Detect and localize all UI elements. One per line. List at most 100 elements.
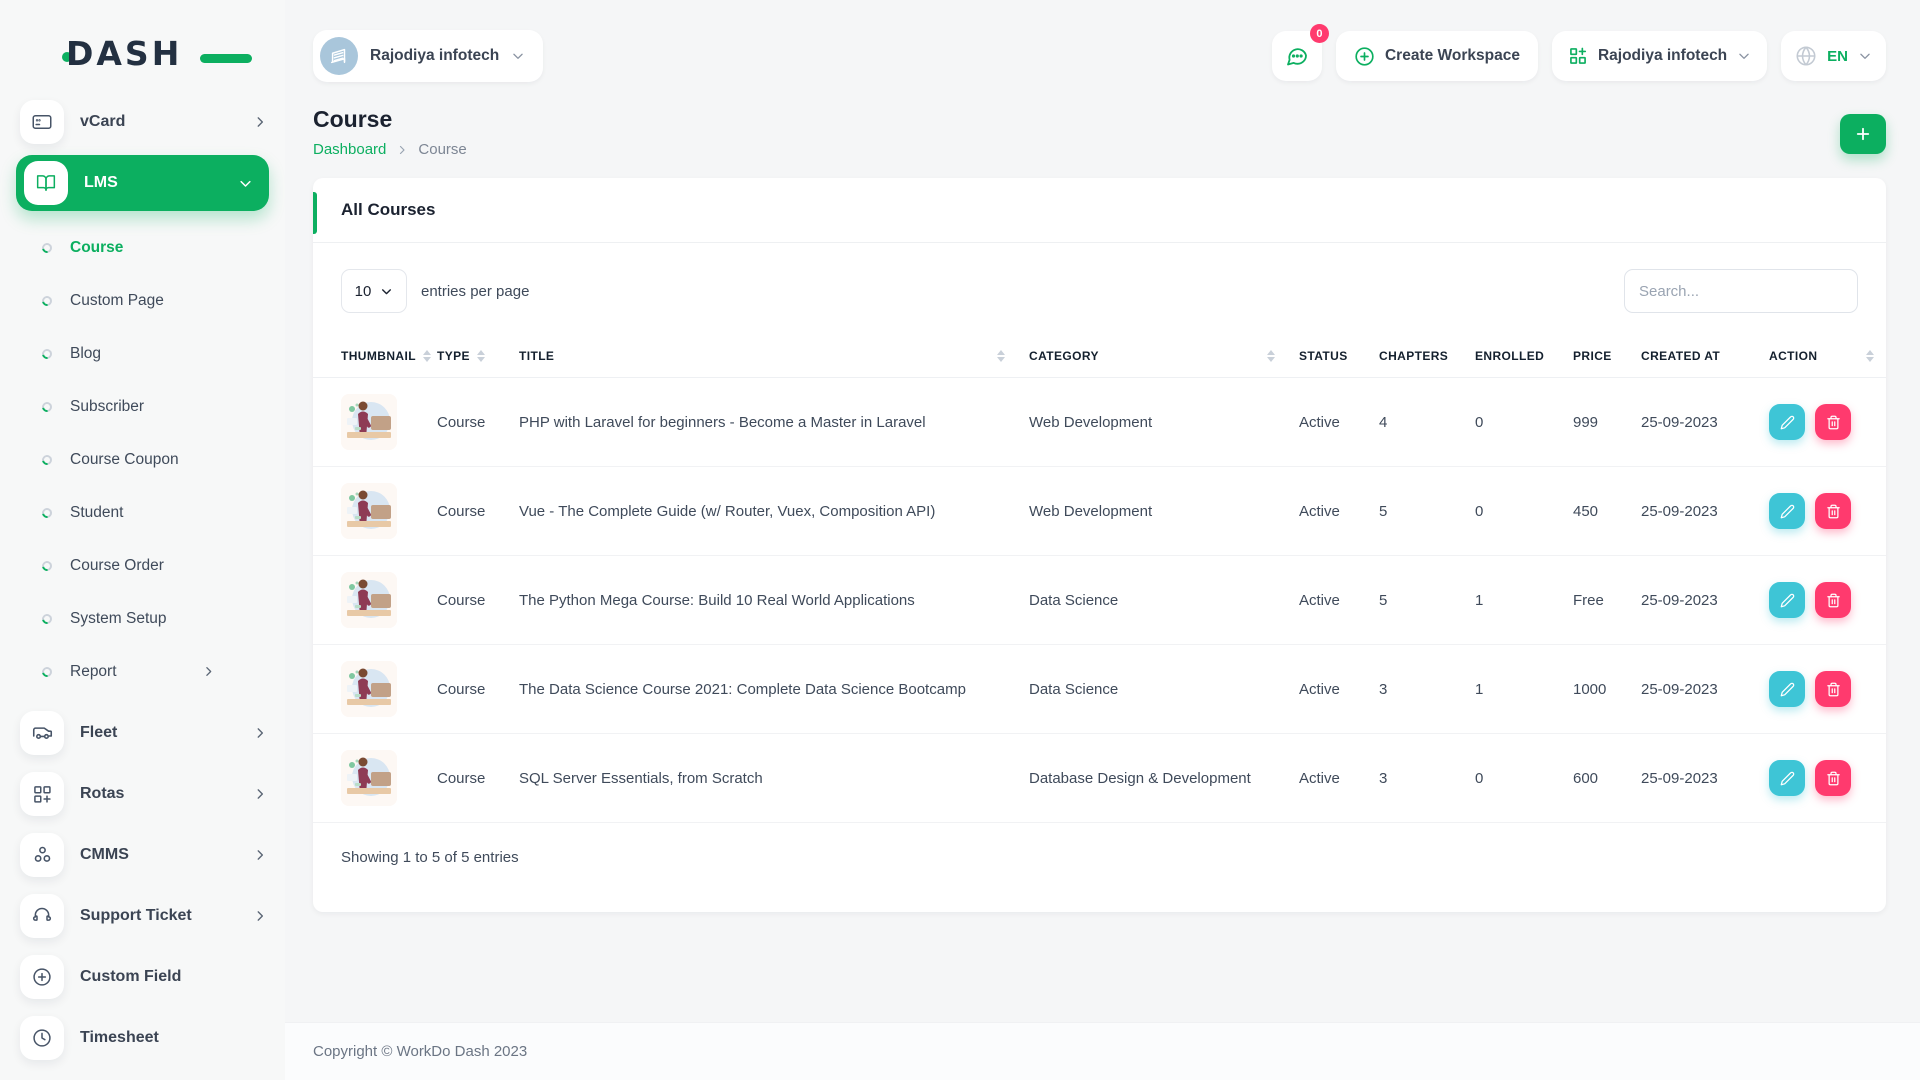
sidebar-item-course[interactable]: Course [0,221,285,274]
language-selector[interactable]: EN [1781,31,1886,81]
company-dropdown[interactable]: Rajodiya infotech [1552,31,1767,81]
edit-button[interactable] [1769,671,1805,707]
col-action[interactable]: Action [1757,335,1886,378]
sidebar-item-student[interactable]: Student [0,486,285,539]
table-controls: 10 entries per page [313,243,1886,335]
sidebar-item-blog[interactable]: Blog [0,327,285,380]
col-thumbnail[interactable]: Thumbnail [313,335,425,378]
sidebar-item-rotas[interactable]: Rotas [0,763,285,824]
breadcrumb: Dashboard Course [313,141,467,158]
pencil-icon [1780,504,1795,519]
cell-type: Course [425,734,507,823]
cell-status: Active [1287,378,1367,467]
bullet-icon [40,665,54,679]
sort-icon [1267,350,1275,362]
col-chapters[interactable]: Chapters [1367,335,1463,378]
sidebar-item-cmms[interactable]: CMMS [0,824,285,885]
sidebar-item-label: LMS [84,174,222,192]
table-row: Course The Data Science Course 2021: Com… [313,645,1886,734]
search-input[interactable] [1624,269,1858,313]
credit-card-icon [20,100,64,144]
sidebar-item-vcard[interactable]: vCard [0,93,285,151]
bullet-icon [40,612,54,626]
sidebar-item-system-setup[interactable]: System Setup [0,592,285,645]
cell-chapters: 5 [1367,556,1463,645]
sidebar-item-label: Course Coupon [70,451,285,469]
pencil-icon [1780,415,1795,430]
sidebar-item-subscriber[interactable]: Subscriber [0,380,285,433]
col-price[interactable]: Price [1561,335,1629,378]
sidebar-item-fleet[interactable]: Fleet [0,702,285,763]
sort-icon [997,350,1005,362]
sidebar-item-report[interactable]: Report [0,645,285,698]
workspace-name: Rajodiya infotech [370,47,499,65]
cell-status: Active [1287,645,1367,734]
add-course-button[interactable] [1840,114,1886,154]
delete-button[interactable] [1815,582,1851,618]
cell-created-at: 25-09-2023 [1629,556,1757,645]
sidebar-item-timesheet[interactable]: Timesheet [0,1007,285,1068]
messages-button[interactable]: 0 [1272,31,1322,81]
col-category[interactable]: Category [1017,335,1287,378]
workspace-switcher[interactable]: Rajodiya infotech [313,30,543,82]
cell-status: Active [1287,556,1367,645]
course-thumbnail [341,750,397,806]
messages-badge: 0 [1310,24,1329,43]
trash-icon [1826,593,1841,608]
grid-plus-icon [20,772,64,816]
sidebar-item-label: Fleet [80,724,237,742]
sidebar-item-custom-page[interactable]: Custom Page [0,274,285,327]
sidebar-item-label: Report [70,663,184,681]
language-code: EN [1827,48,1848,65]
create-workspace-button[interactable]: Create Workspace [1336,31,1538,81]
sidebar-item-course-coupon[interactable]: Course Coupon [0,433,285,486]
col-type[interactable]: Type [425,335,507,378]
edit-button[interactable] [1769,582,1805,618]
course-thumbnail [341,483,397,539]
delete-button[interactable] [1815,760,1851,796]
sidebar-item-support-ticket[interactable]: Support Ticket [0,885,285,946]
col-created-at[interactable]: Created At [1629,335,1757,378]
delete-button[interactable] [1815,493,1851,529]
cell-category: Web Development [1017,378,1287,467]
plus-circle-icon [20,955,64,999]
cell-created-at: 25-09-2023 [1629,734,1757,823]
sidebar-item-custom-field[interactable]: Custom Field [0,946,285,1007]
bullet-icon [40,506,54,520]
entries-value: 10 [355,283,372,300]
bullet-icon [40,400,54,414]
cell-enrolled: 0 [1463,378,1561,467]
trash-icon [1826,504,1841,519]
sidebar-item-label: CMMS [80,846,237,864]
breadcrumb-dashboard[interactable]: Dashboard [313,141,386,158]
cell-enrolled: 1 [1463,645,1561,734]
cell-type: Course [425,645,507,734]
cell-category: Web Development [1017,467,1287,556]
col-title[interactable]: Title [507,335,1017,378]
edit-button[interactable] [1769,760,1805,796]
delete-button[interactable] [1815,671,1851,707]
sidebar-item-label: Custom Field [80,968,267,986]
plus-icon [1854,125,1872,143]
edit-button[interactable] [1769,493,1805,529]
col-enrolled[interactable]: Enrolled [1463,335,1561,378]
sidebar-item-lms[interactable]: LMS [16,155,269,211]
sidebar-item-label: Rotas [80,785,237,803]
col-status[interactable]: Status [1287,335,1367,378]
table-row: Course Vue - The Complete Guide (w/ Rout… [313,467,1886,556]
main-content: Rajodiya infotech 0 Create Workspace Raj… [285,0,1920,1080]
chat-icon [1285,44,1309,68]
entries-per-page-select[interactable]: 10 [341,269,407,313]
sidebar-item-course-order[interactable]: Course Order [0,539,285,592]
create-workspace-label: Create Workspace [1385,47,1520,65]
chevron-down-icon [1858,49,1872,63]
cell-chapters: 3 [1367,645,1463,734]
edit-button[interactable] [1769,404,1805,440]
sidebar-item-label: Course [70,239,285,257]
page-header: Course Dashboard Course [285,82,1920,158]
delete-button[interactable] [1815,404,1851,440]
cell-price: 600 [1561,734,1629,823]
chevron-right-icon [396,144,408,156]
cell-price: 1000 [1561,645,1629,734]
chevron-down-icon [380,285,393,298]
